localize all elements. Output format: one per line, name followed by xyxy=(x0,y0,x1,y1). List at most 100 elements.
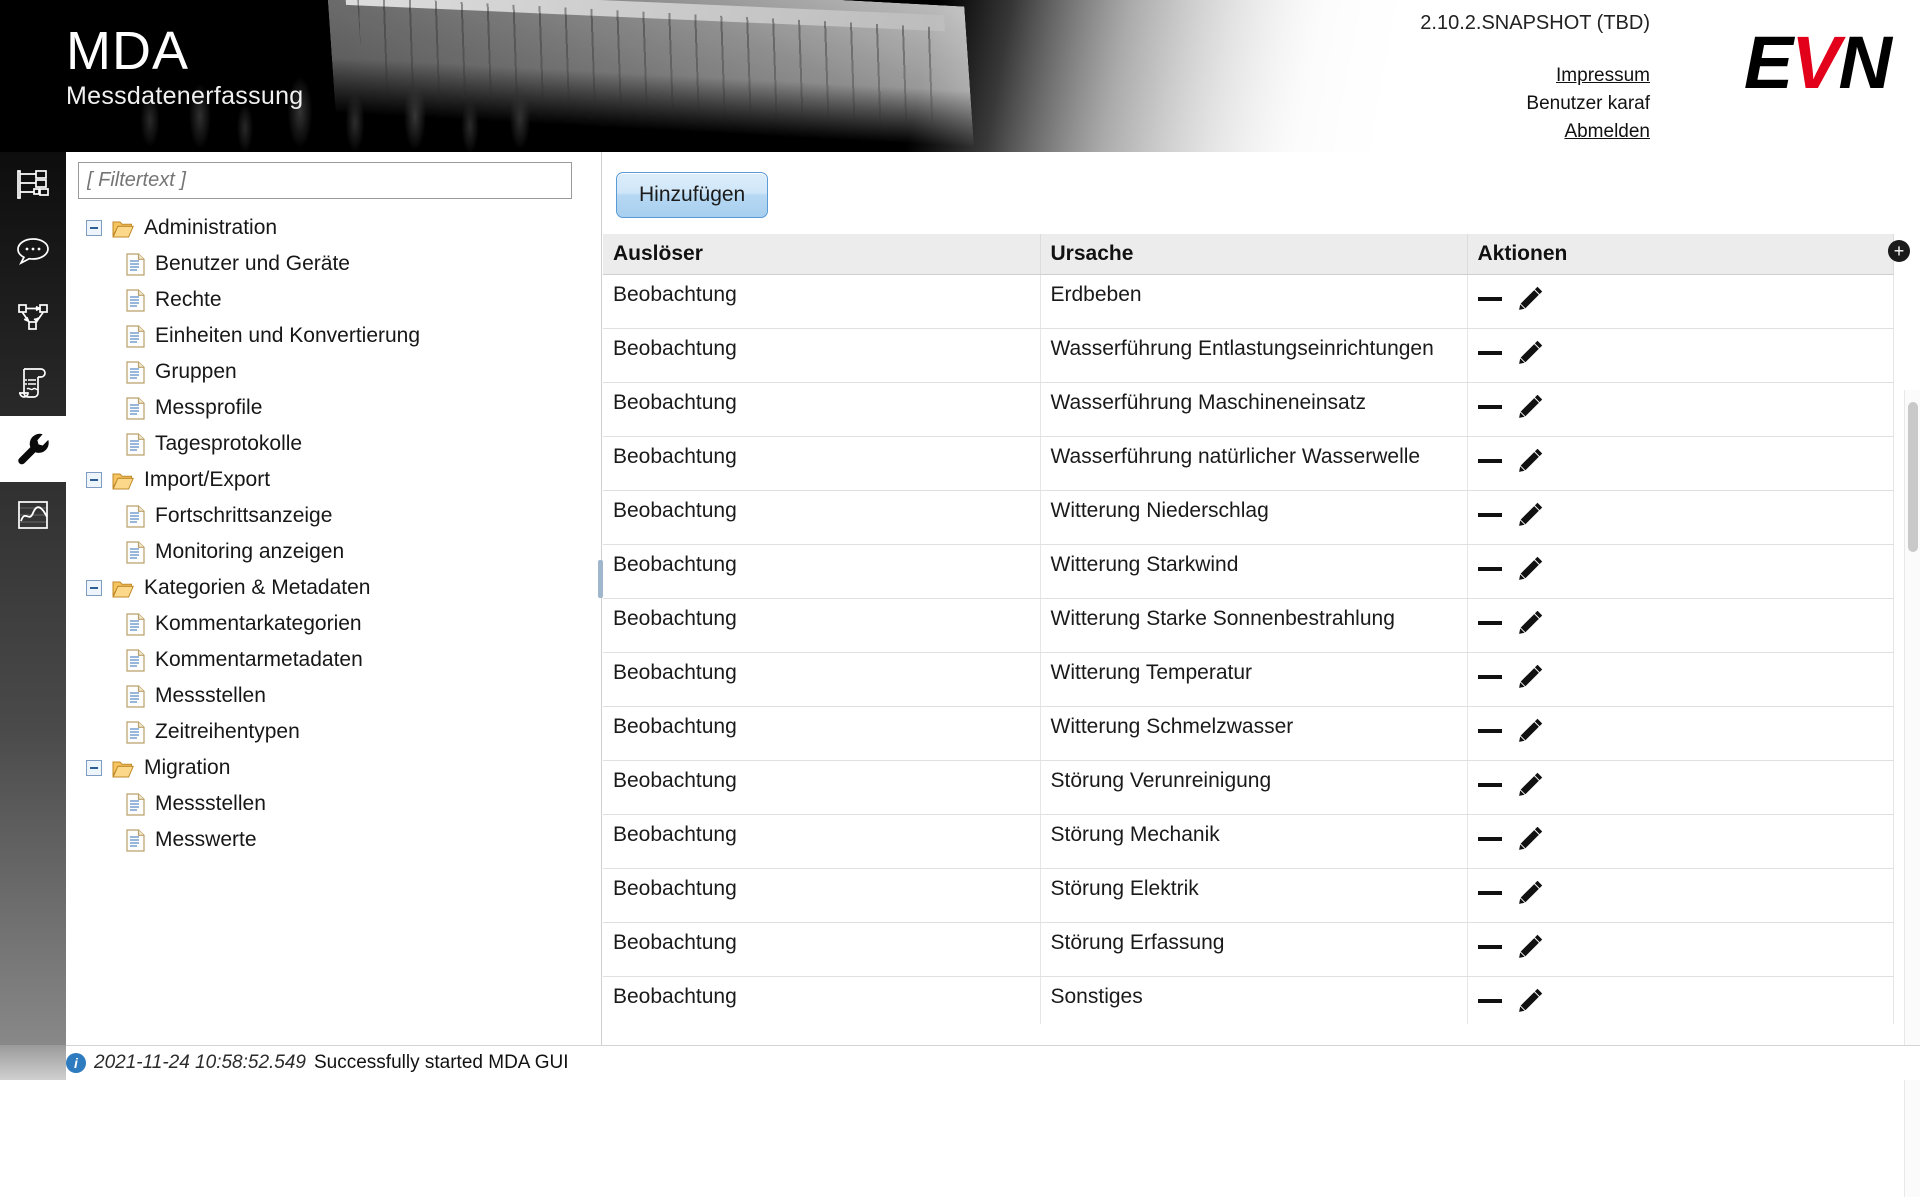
edit-pencil-icon xyxy=(1518,717,1544,743)
table-row[interactable]: BeobachtungStörung Erfassung xyxy=(603,922,1893,976)
logout-link[interactable]: Abmelden xyxy=(1420,118,1650,146)
tree-leaf-node[interactable]: Einheiten und Konvertierung xyxy=(76,318,596,354)
wrench-icon xyxy=(15,431,51,467)
tree-folder-node[interactable]: Migration xyxy=(76,750,596,786)
rail-item-workflow[interactable] xyxy=(0,284,66,350)
delete-dash-icon[interactable] xyxy=(1478,675,1502,679)
scrollbar-thumb[interactable] xyxy=(1908,402,1918,552)
document-icon xyxy=(126,721,145,744)
tree-collapse-toggle[interactable] xyxy=(86,220,102,236)
delete-dash-icon[interactable] xyxy=(1478,459,1502,463)
rail-item-comments[interactable] xyxy=(0,218,66,284)
table-row[interactable]: BeobachtungWitterung Temperatur xyxy=(603,652,1893,706)
tree-collapse-toggle[interactable] xyxy=(86,760,102,776)
cell-aktionen xyxy=(1467,598,1893,652)
tree-leaf-node[interactable]: Tagesprotokolle xyxy=(76,426,596,462)
tree-folder-node[interactable]: Administration xyxy=(76,210,596,246)
document-icon xyxy=(126,505,145,528)
table-row[interactable]: BeobachtungWasserführung Maschineneinsat… xyxy=(603,382,1893,436)
edit-pencil-icon xyxy=(1518,339,1544,365)
delete-dash-icon[interactable] xyxy=(1478,621,1502,625)
app-subtitle: Messdatenerfassung xyxy=(66,82,303,111)
cell-aktionen xyxy=(1467,922,1893,976)
cell-ursache: Wasserführung Maschineneinsatz xyxy=(1040,382,1467,436)
table-row[interactable]: BeobachtungErdbeben xyxy=(603,274,1893,328)
plus-circle-icon[interactable]: + xyxy=(1888,240,1910,262)
table-row[interactable]: BeobachtungWitterung Starke Sonnenbestra… xyxy=(603,598,1893,652)
column-header-aktionen[interactable]: Aktionen xyxy=(1467,234,1893,274)
table-row[interactable]: BeobachtungSonstiges xyxy=(603,976,1893,1024)
data-table: Auslöser Ursache Aktionen BeobachtungErd… xyxy=(603,234,1894,1024)
delete-dash-icon[interactable] xyxy=(1478,999,1502,1003)
chart-icon xyxy=(16,499,50,531)
edit-pencil-icon xyxy=(1518,555,1544,581)
delete-dash-icon[interactable] xyxy=(1478,837,1502,841)
cell-ausloeser: Beobachtung xyxy=(603,436,1040,490)
delete-dash-icon[interactable] xyxy=(1478,405,1502,409)
cell-ursache: Störung Verunreinigung xyxy=(1040,760,1467,814)
document-icon xyxy=(126,325,145,348)
table-row[interactable]: BeobachtungWitterung Schmelzwasser xyxy=(603,706,1893,760)
table-row[interactable]: BeobachtungWitterung Starkwind xyxy=(603,544,1893,598)
rail-item-analysis[interactable] xyxy=(0,482,66,548)
column-header-ursache[interactable]: Ursache xyxy=(1040,234,1467,274)
tree-leaf-node[interactable]: Zeitreihentypen xyxy=(76,714,596,750)
tree-leaf-node[interactable]: Messstellen xyxy=(76,786,596,822)
tree-leaf-node[interactable]: Monitoring anzeigen xyxy=(76,534,596,570)
tree-folder-node[interactable]: Import/Export xyxy=(76,462,596,498)
add-button[interactable]: Hinzufügen xyxy=(616,172,768,218)
rail-item-administration[interactable] xyxy=(0,416,66,482)
delete-dash-icon[interactable] xyxy=(1478,729,1502,733)
table-row[interactable]: BeobachtungWasserführung natürlicher Was… xyxy=(603,436,1893,490)
cell-ursache: Witterung Niederschlag xyxy=(1040,490,1467,544)
cell-ausloeser: Beobachtung xyxy=(603,976,1040,1024)
delete-dash-icon[interactable] xyxy=(1478,297,1502,301)
tree-leaf-node[interactable]: Kommentarkategorien xyxy=(76,606,596,642)
rail-item-hierarchy[interactable] xyxy=(0,152,66,218)
cell-aktionen xyxy=(1467,436,1893,490)
table-row[interactable]: BeobachtungStörung Elektrik xyxy=(603,868,1893,922)
edit-pencil-icon xyxy=(1518,987,1544,1013)
table-row[interactable]: BeobachtungWitterung Niederschlag xyxy=(603,490,1893,544)
tree-leaf-node[interactable]: Messstellen xyxy=(76,678,596,714)
rail-item-protocols[interactable] xyxy=(0,350,66,416)
tree-leaf-node[interactable]: Messwerte xyxy=(76,822,596,858)
comment-icon xyxy=(16,236,50,266)
tree-leaf-node[interactable]: Kommentarmetadaten xyxy=(76,642,596,678)
tree-node-label: Messprofile xyxy=(155,396,262,420)
tree-filter-input[interactable] xyxy=(78,162,572,199)
cell-ausloeser: Beobachtung xyxy=(603,598,1040,652)
tree-collapse-toggle[interactable] xyxy=(86,472,102,488)
document-icon xyxy=(126,793,145,816)
app-title: MDA xyxy=(66,22,303,80)
delete-dash-icon[interactable] xyxy=(1478,783,1502,787)
delete-dash-icon[interactable] xyxy=(1478,945,1502,949)
navigation-tree: Administration Benutzer und Geräte Recht… xyxy=(76,210,596,858)
table-row[interactable]: BeobachtungStörung Verunreinigung xyxy=(603,760,1893,814)
tree-leaf-node[interactable]: Messprofile xyxy=(76,390,596,426)
cell-ursache: Wasserführung Entlastungseinrichtungen xyxy=(1040,328,1467,382)
scroll-icon xyxy=(17,366,49,400)
cell-ausloeser: Beobachtung xyxy=(603,328,1040,382)
delete-dash-icon[interactable] xyxy=(1478,891,1502,895)
table-row[interactable]: BeobachtungWasserführung Entlastungseinr… xyxy=(603,328,1893,382)
tree-node-label: Monitoring anzeigen xyxy=(155,540,344,564)
tree-leaf-node[interactable]: Rechte xyxy=(76,282,596,318)
tree-leaf-node[interactable]: Benutzer und Geräte xyxy=(76,246,596,282)
table-row[interactable]: BeobachtungStörung Mechanik xyxy=(603,814,1893,868)
delete-dash-icon[interactable] xyxy=(1478,351,1502,355)
cell-aktionen xyxy=(1467,490,1893,544)
tree-folder-node[interactable]: Kategorien & Metadaten xyxy=(76,570,596,606)
tree-leaf-node[interactable]: Gruppen xyxy=(76,354,596,390)
impressum-link[interactable]: Impressum xyxy=(1420,62,1650,90)
delete-dash-icon[interactable] xyxy=(1478,513,1502,517)
tree-leaf-node[interactable]: Fortschrittsanzeige xyxy=(76,498,596,534)
tree-node-label: Kommentarmetadaten xyxy=(155,648,363,672)
tree-node-label: Zeitreihentypen xyxy=(155,720,300,744)
tree-collapse-toggle[interactable] xyxy=(86,580,102,596)
cell-ausloeser: Beobachtung xyxy=(603,490,1040,544)
delete-dash-icon[interactable] xyxy=(1478,567,1502,571)
cell-ausloeser: Beobachtung xyxy=(603,382,1040,436)
tree-node-label: Fortschrittsanzeige xyxy=(155,504,332,528)
column-header-ausloeser[interactable]: Auslöser xyxy=(603,234,1040,274)
